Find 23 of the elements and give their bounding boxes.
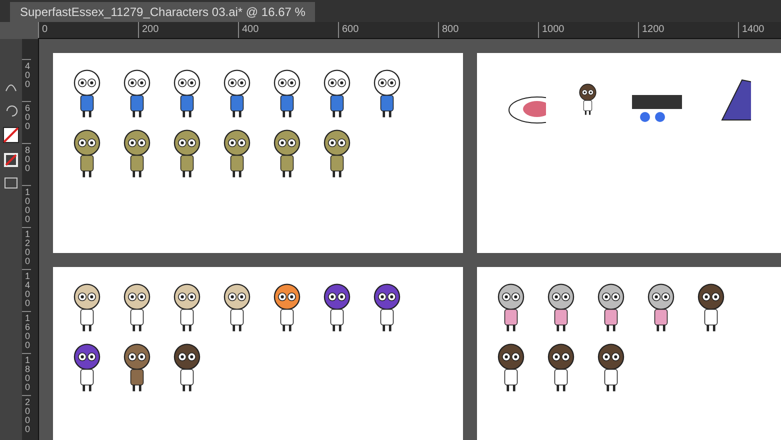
ruler-label: 600 [22, 101, 31, 143]
document-tab[interactable]: SuperfastEssex_11279_Characters 03.ai* @ 16.67 % [10, 2, 316, 22]
screen-mode-icon[interactable] [4, 177, 18, 189]
ruler-label: 1400 [22, 269, 31, 311]
ruler-label: 2000 [22, 395, 31, 437]
stroke-swatch-icon[interactable] [4, 153, 18, 167]
ruler-label: 600 [338, 22, 438, 38]
steak-drawing [507, 95, 546, 125]
ruler-label: 400 [238, 22, 338, 38]
ruler-label: 200 [138, 22, 238, 38]
ruler-label: 1200 [638, 22, 738, 38]
fill-swatch-icon[interactable] [3, 127, 19, 143]
ruler-label: 1000 [22, 185, 31, 227]
ruler-label: 0 [38, 22, 138, 38]
rotate-icon[interactable] [4, 103, 18, 117]
ruler-label: 1600 [22, 311, 31, 353]
ruler-label: 400 [22, 59, 31, 101]
ruler-label: 1200 [22, 227, 31, 269]
ruler-label: 800 [22, 143, 31, 185]
ruler-label: 1400 [738, 22, 781, 38]
ruler-label: 1000 [538, 22, 638, 38]
ruler-label: 1800 [22, 353, 31, 395]
ruler-label: 800 [438, 22, 538, 38]
